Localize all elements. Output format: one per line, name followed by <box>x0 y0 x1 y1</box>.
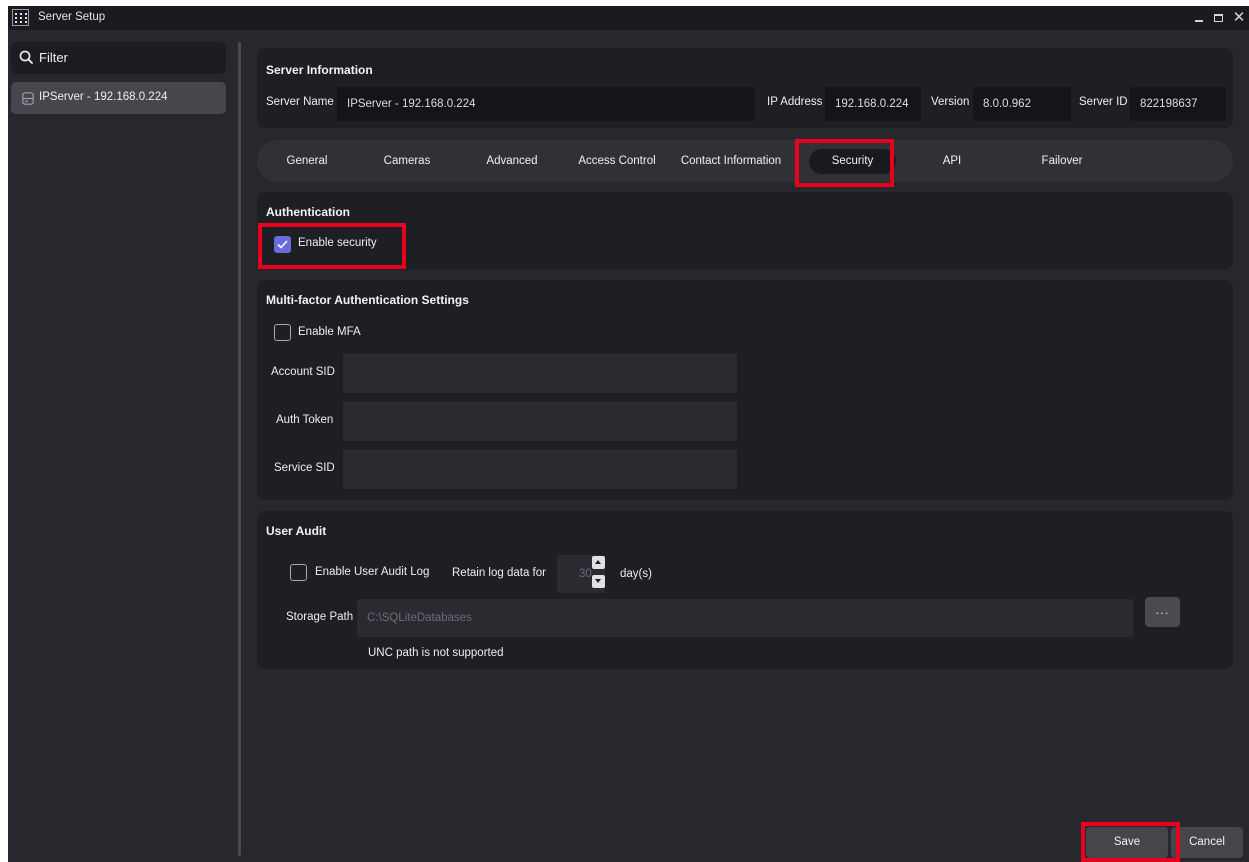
server-information-panel: Server Information Server Name IPServer … <box>257 48 1233 128</box>
server-information-title: Server Information <box>266 63 373 77</box>
server-name-label: Server Name <box>266 96 334 108</box>
storage-path-label: Storage Path <box>286 611 354 623</box>
version-field[interactable]: 8.0.0.962 <box>973 87 1071 121</box>
retain-log-label: Retain log data for <box>452 567 546 579</box>
server-setup-window: Server Setup ✕ Filter IPServer - 192.168… <box>8 6 1249 862</box>
storage-path-input[interactable]: C:\SQLiteDatabases <box>357 599 1133 637</box>
server-name-field[interactable]: IPServer - 192.168.0.224 <box>337 87 755 121</box>
decrement-arrow-icon[interactable] <box>592 575 605 588</box>
tab-api[interactable]: API <box>927 149 977 174</box>
auth-token-label: Auth Token <box>276 414 334 426</box>
user-audit-panel: User Audit Enable User Audit Log Retain … <box>257 511 1233 669</box>
ip-address-field[interactable]: 192.168.0.224 <box>825 87 921 121</box>
server-id-field[interactable]: 822198637 <box>1130 87 1226 121</box>
filter-label: Filter <box>39 50 68 65</box>
service-sid-field[interactable] <box>343 450 737 489</box>
mfa-settings-panel: Multi-factor Authentication Settings Ena… <box>257 280 1233 500</box>
enable-audit-log-label: Enable User Audit Log <box>315 566 430 578</box>
tab-failover[interactable]: Failover <box>1027 149 1097 174</box>
tab-general[interactable]: General <box>272 149 342 174</box>
enable-mfa-checkbox[interactable] <box>274 324 291 341</box>
auth-token-field[interactable] <box>343 402 737 441</box>
sidebar-splitter[interactable] <box>238 42 241 856</box>
browse-button[interactable]: ... <box>1145 597 1180 627</box>
account-sid-field[interactable] <box>343 354 737 393</box>
enable-security-label: Enable security <box>298 237 377 249</box>
authentication-panel: Authentication Enable security <box>257 192 1233 270</box>
tab-security[interactable]: Security <box>809 149 896 174</box>
version-label: Version <box>931 96 970 108</box>
enable-audit-log-checkbox[interactable] <box>290 564 307 581</box>
enable-mfa-label: Enable MFA <box>298 326 361 338</box>
maximize-icon[interactable] <box>1209 8 1229 28</box>
minimize-icon[interactable] <box>1189 8 1209 28</box>
authentication-title: Authentication <box>266 205 350 219</box>
sidebar-item-server[interactable]: IPServer - 192.168.0.224 <box>11 82 226 114</box>
save-button[interactable]: Save <box>1086 827 1168 858</box>
app-grid-icon <box>12 9 29 26</box>
close-icon[interactable]: ✕ <box>1229 8 1249 28</box>
enable-security-checkbox[interactable] <box>274 236 291 253</box>
mfa-settings-title: Multi-factor Authentication Settings <box>266 293 469 307</box>
tab-cameras[interactable]: Cameras <box>372 149 442 174</box>
window-title: Server Setup <box>38 11 106 23</box>
filter-input[interactable]: Filter <box>11 42 226 74</box>
server-sidebar: Filter IPServer - 192.168.0.224 <box>8 30 236 862</box>
ip-address-label: IP Address <box>767 96 823 108</box>
service-sid-label: Service SID <box>274 462 335 474</box>
cancel-button[interactable]: Cancel <box>1171 827 1243 858</box>
tab-contact-information[interactable]: Contact Information <box>675 149 787 174</box>
server-id-label: Server ID <box>1079 96 1128 108</box>
retain-unit-label: day(s) <box>620 568 652 580</box>
tab-access-control[interactable]: Access Control <box>572 149 662 174</box>
checkmark-icon <box>277 240 288 249</box>
search-icon <box>19 50 33 64</box>
user-audit-title: User Audit <box>266 524 327 538</box>
server-icon <box>22 92 34 105</box>
unc-path-note: UNC path is not supported <box>368 647 504 659</box>
increment-arrow-icon[interactable] <box>592 556 605 569</box>
account-sid-label: Account SID <box>271 366 335 378</box>
title-bar[interactable]: Server Setup ✕ <box>8 6 1249 30</box>
tab-bar: General Cameras Advanced Access Control … <box>257 140 1233 182</box>
sidebar-item-label: IPServer - 192.168.0.224 <box>39 91 168 103</box>
tab-advanced[interactable]: Advanced <box>474 149 550 174</box>
